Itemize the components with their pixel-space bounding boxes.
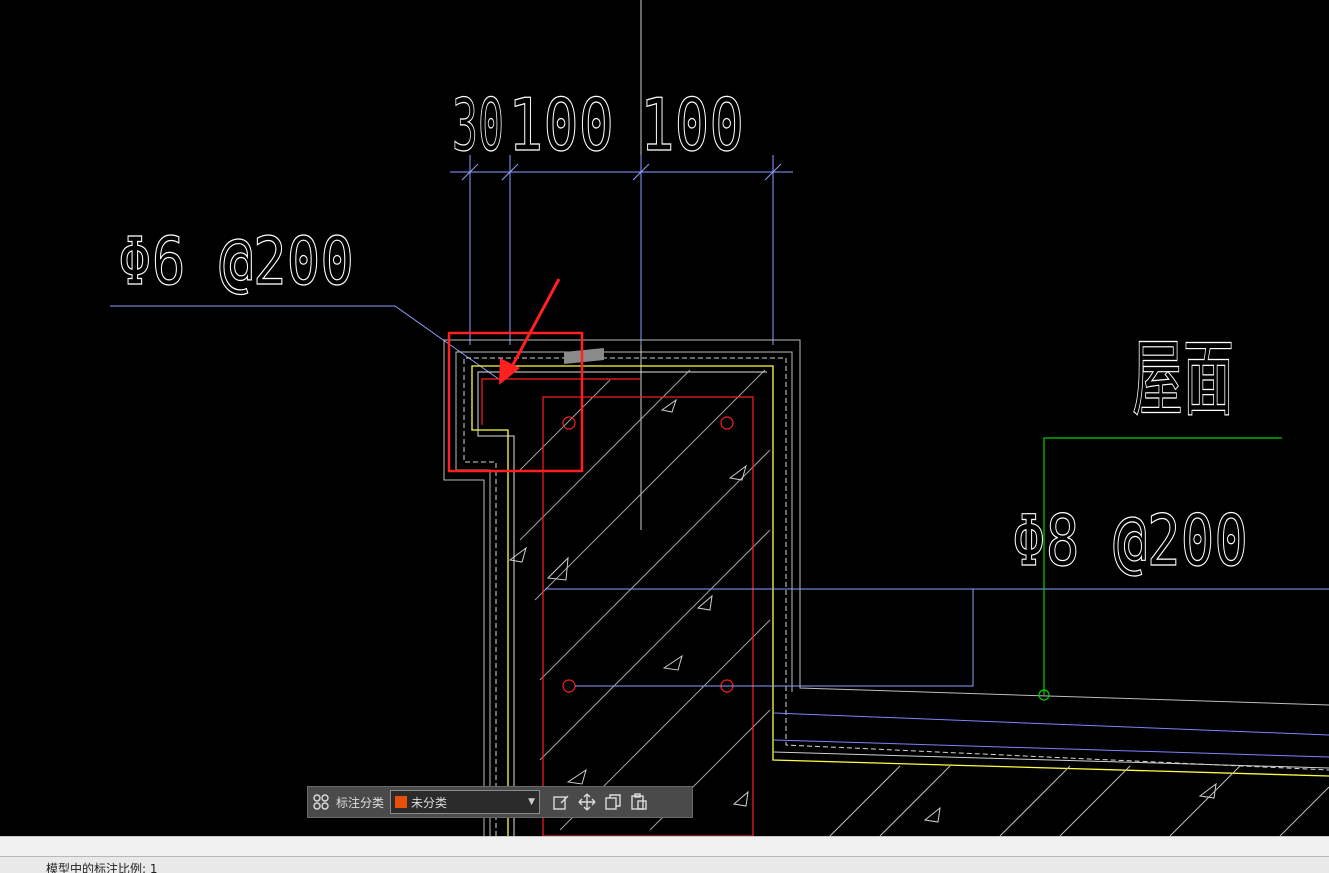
- dimension-lines: [450, 155, 793, 345]
- category-select[interactable]: 未分类 ▼: [390, 790, 541, 814]
- slab-rebar-box: [575, 589, 974, 687]
- leader-line-phi6: [110, 305, 501, 381]
- status-bar: 模型中的标注比例: 1: [0, 856, 1329, 873]
- rebar-label-phi6: Φ6 @200: [118, 223, 354, 300]
- slab-lines: [773, 712, 1329, 769]
- chevron-down-icon: ▼: [528, 797, 536, 807]
- aggregate-marks: [508, 398, 1217, 823]
- category-color-swatch: [395, 796, 408, 808]
- wall-inner-line: [477, 371, 767, 836]
- annotation-toolbar: 标注分类 未分类 ▼: [307, 786, 693, 818]
- rebar-bars: [562, 416, 734, 693]
- category-value: 未分类: [411, 795, 448, 810]
- cad-drawing-canvas[interactable]: 30 100 100 Φ6 @200 屋面 Φ8 @200: [0, 0, 1329, 836]
- grid-icon[interactable]: [308, 789, 334, 815]
- rebar-label-phi8: Φ8 @200: [1012, 500, 1248, 582]
- category-label: 标注分类: [336, 795, 385, 810]
- dim-text-30: 30: [452, 83, 504, 167]
- slab-hatch: [829, 765, 1329, 836]
- dim-text-100-b: 100: [640, 83, 744, 167]
- copy-icon[interactable]: [600, 789, 626, 815]
- dim-text-100-a: 100: [508, 83, 614, 167]
- grip-marker[interactable]: [564, 348, 604, 364]
- command-line-area[interactable]: [0, 836, 1329, 857]
- paste-icon[interactable]: [626, 789, 652, 815]
- status-text: 模型中的标注比例: 1: [46, 862, 158, 873]
- move-icon[interactable]: [574, 789, 600, 815]
- concrete-hatch: [519, 369, 771, 831]
- room-label-roof: 屋面: [1132, 330, 1234, 428]
- edit-icon[interactable]: [548, 789, 574, 815]
- finish-line-yellow: [471, 365, 1329, 836]
- highlight-box: [447, 331, 584, 473]
